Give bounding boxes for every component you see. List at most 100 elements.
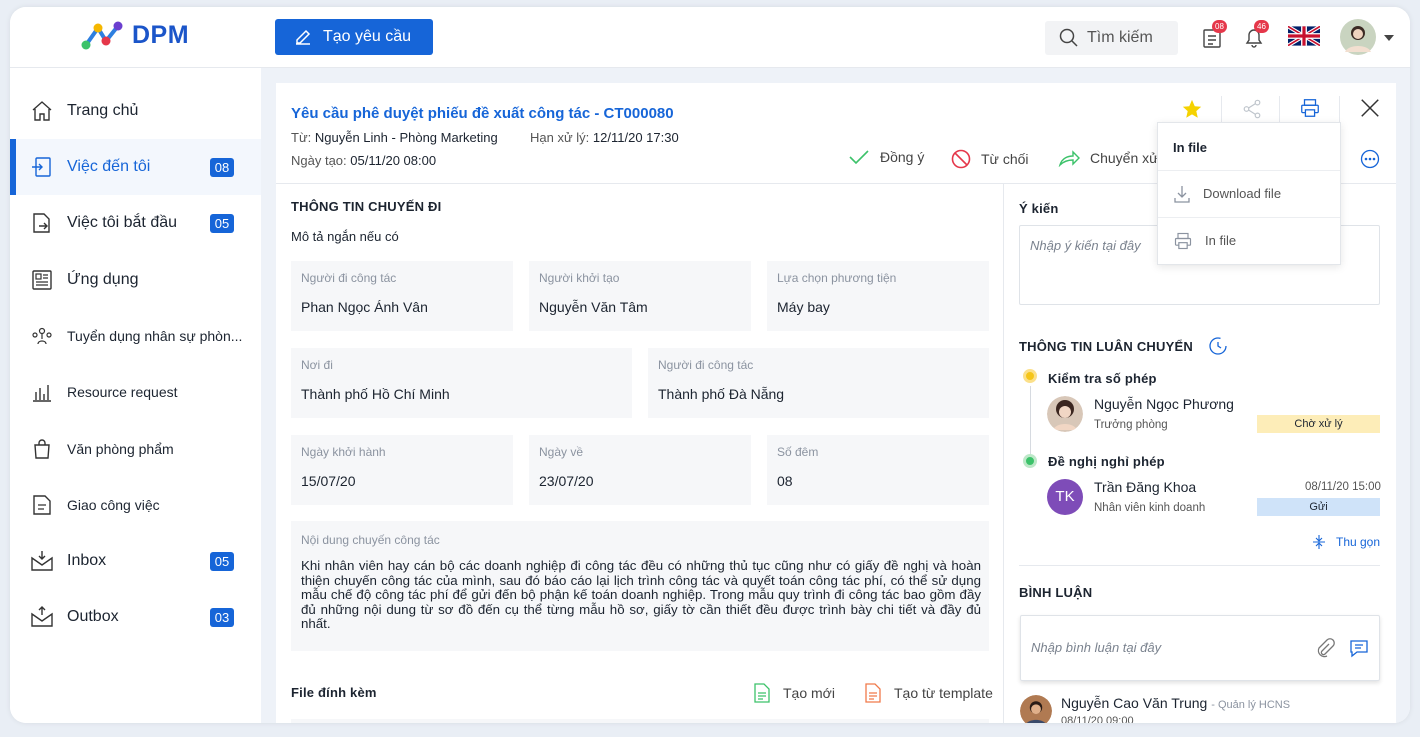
user-avatar	[1340, 19, 1376, 55]
dpm-logo-icon	[81, 21, 123, 50]
commenter-name: Nguyễn Cao Văn Trung	[1061, 695, 1208, 711]
forward-icon	[1058, 150, 1080, 167]
language-switch[interactable]	[1287, 24, 1321, 51]
star-icon[interactable]	[1181, 98, 1203, 120]
inbox-arrow-icon	[32, 157, 51, 177]
more-options-icon[interactable]	[1360, 149, 1380, 169]
document-export-icon	[33, 213, 50, 233]
search-box[interactable]: Tìm kiếm	[1045, 21, 1178, 55]
step-dot-done	[1023, 454, 1037, 468]
sidebar-item-stationery[interactable]: Văn phòng phẩm	[10, 421, 261, 477]
notifications-badge: 46	[1254, 20, 1269, 33]
sidebar-item-label: Trang chủ	[67, 102, 139, 119]
sidebar-item-label: Ứng dụng	[67, 271, 139, 288]
close-icon[interactable]	[1359, 97, 1381, 119]
step-dot-pending	[1023, 369, 1037, 383]
commenter-role: - Quản lý HCNS	[1211, 699, 1291, 711]
chevron-down-icon	[1384, 35, 1394, 41]
send-comment-icon[interactable]	[1348, 637, 1370, 659]
reject-label: Từ chối	[981, 151, 1029, 167]
collapse-icon	[1313, 535, 1325, 549]
edit-icon	[296, 29, 311, 45]
sidebar-item-assign-task[interactable]: Giao công việc	[10, 477, 261, 533]
sidebar-item-label: Văn phòng phẩm	[67, 441, 174, 457]
workflow-title: THÔNG TIN LUÂN CHUYỂN	[1019, 339, 1193, 354]
create-request-button[interactable]: Tạo yêu cầu	[275, 19, 433, 55]
apps-icon	[32, 270, 52, 290]
sidebar-item-incoming[interactable]: Việc đến tôi 08	[10, 139, 261, 195]
sidebar-item-recruitment[interactable]: Tuyển dụng nhân sự phòn...	[10, 308, 261, 364]
attach-icon[interactable]	[1315, 638, 1335, 658]
column-divider	[1003, 183, 1004, 723]
sidebar-item-label: Inbox	[67, 552, 107, 569]
field-traveler: Người đi công tác Phan Ngọc Ánh Vân	[291, 261, 513, 331]
sidebar-item-home[interactable]: Trang chủ	[10, 83, 261, 139]
download-file-item[interactable]: Download file	[1158, 170, 1340, 216]
request-title: Yêu cầu phê duyệt phiếu đề xuất công tác…	[291, 105, 674, 122]
printer-icon[interactable]	[1299, 97, 1321, 119]
share-icon[interactable]	[1241, 98, 1263, 120]
comments-title: BÌNH LUẬN	[1019, 585, 1093, 600]
new-file-button[interactable]: Tạo mới	[753, 683, 835, 703]
sidebar-count-badge: 05	[210, 213, 234, 233]
comment-timestamp: 08/11/20 09:00	[1061, 715, 1134, 723]
sidebar-item-label: Việc đến tôi	[67, 158, 151, 175]
commenter: Nguyễn Cao Văn Trung - Quản lý HCNS	[1061, 695, 1290, 711]
approve-button[interactable]: Đồng ý	[848, 149, 924, 165]
print-file-item[interactable]: In file	[1158, 217, 1340, 263]
trip-content: Nội dung chuyến công tác Khi nhân viên h…	[291, 521, 989, 651]
field-destination: Người đi công tác Thành phố Đà Nẵng	[648, 348, 989, 418]
mail-out-icon	[31, 606, 53, 627]
collapse-button[interactable]: Thu gọn	[1312, 534, 1380, 550]
sidebar-item-resource-request[interactable]: Resource request	[10, 364, 261, 420]
request-deadline: Hạn xử lý: 12/11/20 17:30	[530, 130, 679, 145]
shopping-bag-icon	[34, 439, 50, 459]
status-badge: Chờ xử lý	[1257, 415, 1380, 433]
assignee-role: Trưởng phòng	[1094, 419, 1168, 431]
user-avatar	[1020, 695, 1052, 723]
bar-chart-icon	[33, 385, 51, 402]
print-file-label: In file	[1205, 233, 1237, 248]
forward-button[interactable]: Chuyển xử	[1058, 149, 1159, 167]
task-doc-icon	[33, 495, 51, 515]
assignee-name: Nguyễn Ngọc Phương	[1094, 396, 1234, 412]
logo[interactable]: DPM	[80, 19, 189, 51]
refresh-icon[interactable]	[1208, 336, 1228, 356]
print-menu: In file Download file In file	[1157, 122, 1341, 265]
sidebar-item-label: Outbox	[67, 608, 119, 625]
forward-label: Chuyển xử	[1090, 150, 1159, 166]
assignee-role: Nhân viên kinh doanh	[1094, 502, 1206, 514]
comment-input[interactable]: Nhập bình luận tại đây	[1020, 615, 1380, 681]
download-file-label: Download file	[1203, 186, 1282, 201]
documents-badge: 08	[1212, 20, 1227, 33]
reject-button[interactable]: Từ chối	[951, 149, 1029, 169]
field-transport: Lựa chọn phương tiện Máy bay	[767, 261, 989, 331]
user-menu[interactable]	[1340, 19, 1394, 60]
step-timestamp: 08/11/20 15:00	[1305, 481, 1381, 493]
sidebar-item-apps[interactable]: Ứng dụng	[10, 252, 261, 308]
notifications-button[interactable]: 46	[1243, 20, 1269, 54]
step-title: Đề nghị nghỉ phép	[1048, 454, 1165, 469]
sidebar-item-inbox[interactable]: Inbox 05	[10, 533, 261, 589]
template-file-icon	[865, 683, 881, 703]
logo-text: DPM	[132, 20, 190, 49]
sidebar-count-badge: 08	[210, 157, 234, 177]
new-file-label: Tạo mới	[783, 685, 835, 701]
assignee-name: Trần Đăng Khoa	[1094, 479, 1197, 495]
documents-button[interactable]: 08	[1202, 20, 1227, 54]
field-creator: Người khởi tạo Nguyễn Văn Tâm	[529, 261, 751, 331]
from-template-button[interactable]: Tạo từ template	[864, 683, 993, 703]
ban-icon	[951, 149, 971, 169]
timeline-line	[1030, 386, 1031, 464]
user-avatar: TK	[1047, 479, 1083, 515]
comment-placeholder: Nhập bình luận tại đây	[1031, 640, 1162, 655]
sidebar-item-label: Việc tôi bắt đầu	[67, 214, 178, 231]
print-menu-title: In file	[1173, 140, 1207, 155]
sidebar-item-started[interactable]: Việc tôi bắt đầu 05	[10, 195, 261, 251]
trip-content-text: Khi nhân viên hay cán bộ các doanh nghiệ…	[301, 558, 981, 631]
collapse-label: Thu gọn	[1336, 535, 1381, 549]
printer-icon	[1174, 232, 1192, 249]
sidebar-count-badge: 03	[210, 607, 234, 627]
sidebar-item-outbox[interactable]: Outbox 03	[10, 589, 261, 645]
user-avatar	[1047, 396, 1083, 432]
